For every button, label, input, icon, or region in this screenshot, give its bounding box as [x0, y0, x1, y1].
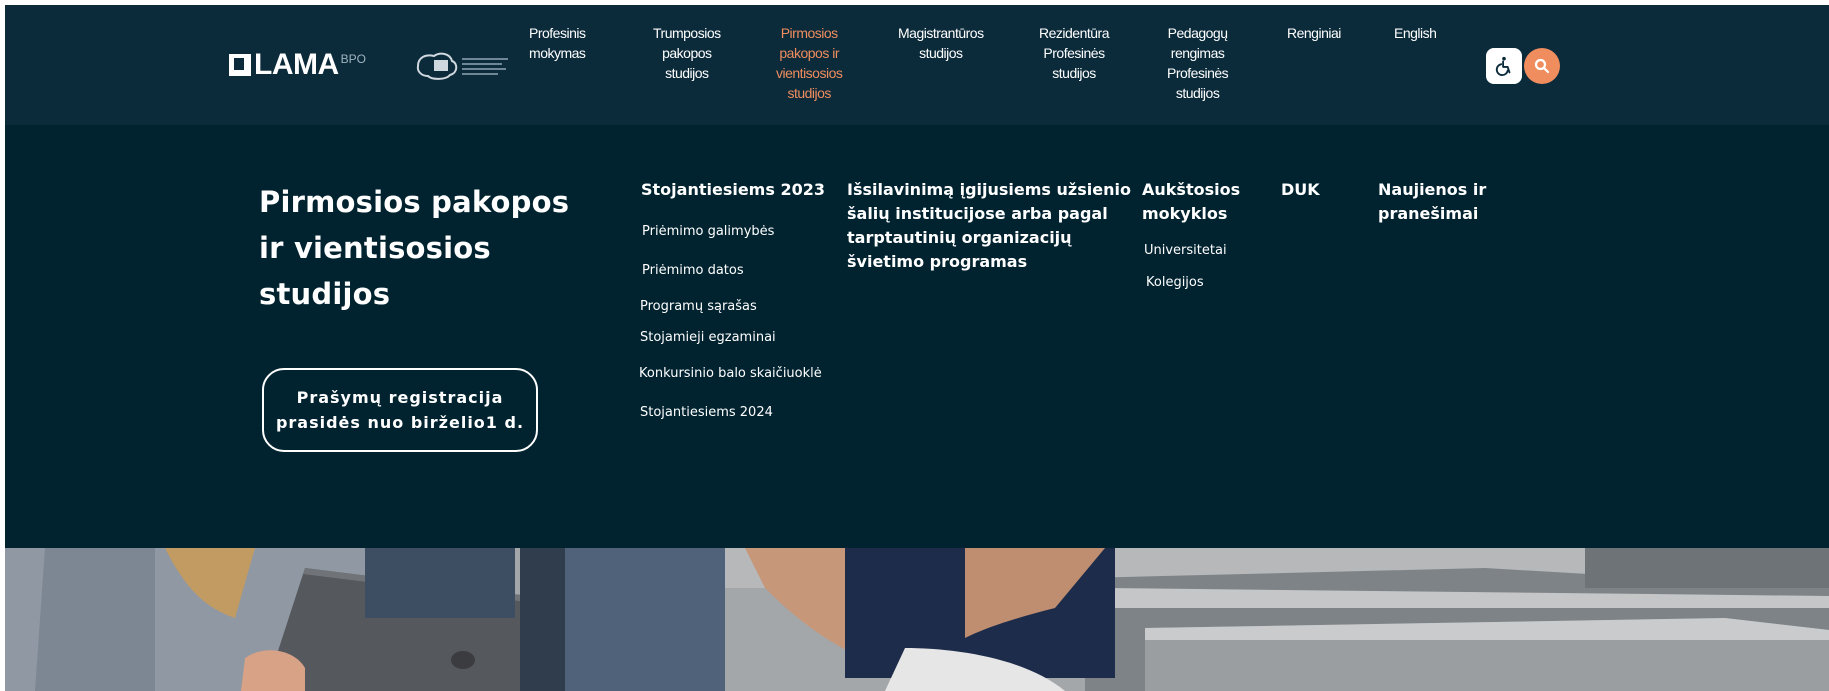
menu-link-stojantiesiems-2024[interactable]: Stojantiesiems 2024: [640, 405, 773, 420]
menu-heading-stojantiesiems-2023[interactable]: Stojantiesiems 2023: [641, 178, 825, 202]
hero-photo-students: [5, 548, 1829, 691]
nav-item-renginiai[interactable]: Renginiai: [1287, 23, 1341, 43]
menu-heading-naujienos-ir-pranesimai[interactable]: Naujienos ir pranešimai: [1378, 178, 1486, 226]
search-icon: [1534, 58, 1550, 74]
menu-link-konkursinio-balo-skaiciuokle[interactable]: Konkursinio balo skaičiuoklė: [639, 366, 822, 381]
menu-link-priemimo-datos[interactable]: Priėmimo datos: [642, 263, 744, 278]
nav-item-trumposios-pakopos[interactable]: Trumposios pakopos studijos: [653, 23, 721, 83]
top-navigation-bar: LAMA BPO Profesinis mokymas Trumposios p…: [5, 5, 1829, 125]
menu-link-universitetai[interactable]: Universitetai: [1144, 243, 1227, 258]
menu-heading-aukstosios-mokyklos[interactable]: Aukštosios mokyklos: [1142, 178, 1240, 226]
logo-text: LAMA: [254, 48, 339, 81]
menu-heading-duk[interactable]: DUK: [1281, 178, 1320, 202]
accessibility-button[interactable]: [1486, 48, 1522, 84]
search-button[interactable]: [1524, 48, 1560, 84]
page: LAMA BPO Profesinis mokymas Trumposios p…: [5, 5, 1829, 691]
registration-cta-button[interactable]: Prašymų registracija prasidės nuo biržel…: [262, 368, 538, 452]
nav-item-magistranturos[interactable]: Magistrantūros studijos: [898, 23, 984, 63]
nav-item-profesinis-mokymas[interactable]: Profesinis mokymas: [529, 23, 586, 63]
nav-item-english[interactable]: English: [1394, 23, 1437, 43]
mega-menu-panel: Pirmosios pakopos ir vientisosios studij…: [5, 125, 1829, 548]
eu-funds-logo: [412, 49, 512, 83]
nav-item-pedagogu-rengimas[interactable]: Pedagogų rengimas Profesinės studijos: [1167, 23, 1229, 103]
menu-link-kolegijos[interactable]: Kolegijos: [1146, 275, 1204, 290]
menu-link-programu-sarasas[interactable]: Programų sąrašas: [640, 299, 757, 314]
menu-heading-issilavinima-igijusiems[interactable]: Išsilavinimą įgijusiems užsienio šalių i…: [847, 178, 1131, 274]
menu-link-priemimo-galimybes[interactable]: Priėmimo galimybės: [642, 224, 774, 239]
logo-subtext: BPO: [340, 52, 366, 66]
lama-bpo-logo[interactable]: LAMA BPO: [229, 48, 366, 81]
menu-link-stojamieji-egzaminai[interactable]: Stojamieji egzaminai: [640, 330, 776, 345]
nav-item-pirmosios-pakopos[interactable]: Pirmosios pakopos ir vientisosios studij…: [776, 23, 843, 103]
mega-menu-title: Pirmosios pakopos ir vientisosios studij…: [259, 185, 570, 311]
logo-mark-icon: [229, 54, 251, 76]
nav-item-rezidentura[interactable]: Rezidentūra Profesinės studijos: [1039, 23, 1110, 83]
wheelchair-icon: [1495, 56, 1511, 76]
